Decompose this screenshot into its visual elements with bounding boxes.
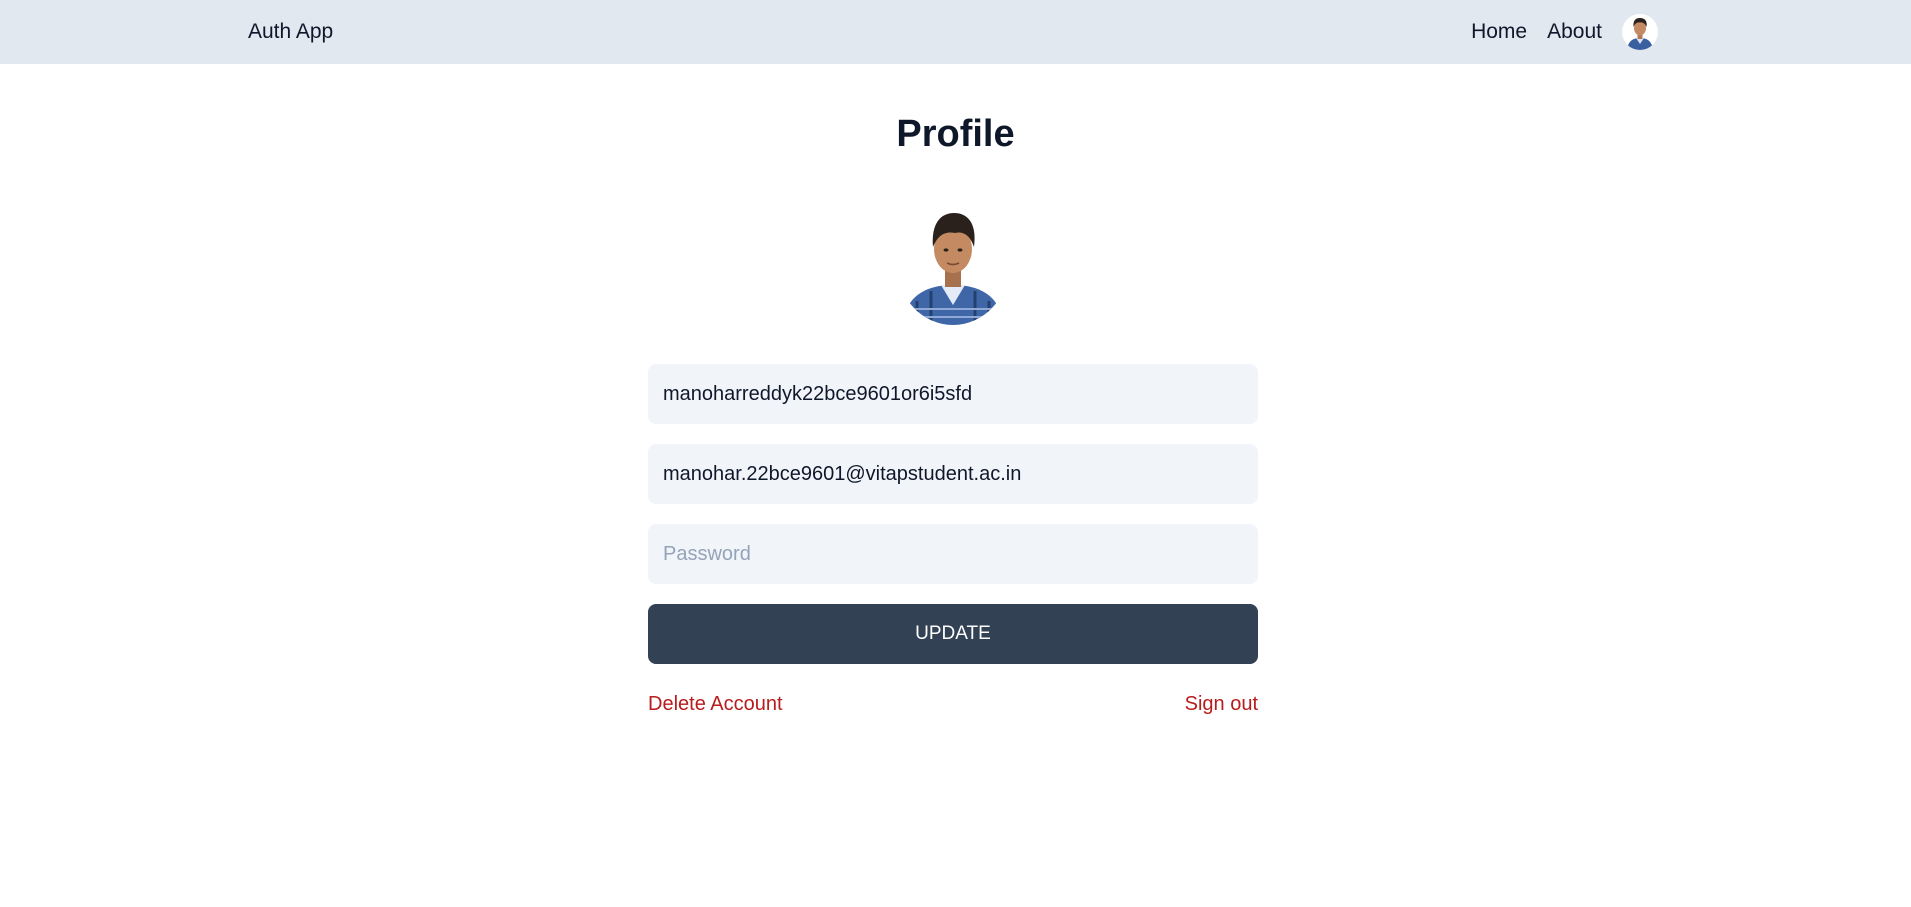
update-button[interactable]: UPDATE (648, 604, 1258, 664)
sign-out-link[interactable]: Sign out (1185, 693, 1258, 716)
page-title: Profile (896, 113, 1015, 155)
top-navbar: Auth App Home About (0, 0, 1911, 64)
nav-about-link[interactable]: About (1547, 20, 1602, 44)
profile-avatar-icon[interactable] (897, 205, 1009, 325)
app-brand[interactable]: Auth App (248, 20, 333, 44)
nav-home-link[interactable]: Home (1471, 20, 1527, 44)
email-input[interactable] (648, 444, 1258, 504)
nav-avatar-icon[interactable] (1622, 14, 1658, 50)
nav-links: Home About (1471, 14, 1658, 50)
delete-account-link[interactable]: Delete Account (648, 693, 783, 716)
password-input[interactable] (648, 524, 1258, 584)
username-input[interactable] (648, 364, 1258, 424)
